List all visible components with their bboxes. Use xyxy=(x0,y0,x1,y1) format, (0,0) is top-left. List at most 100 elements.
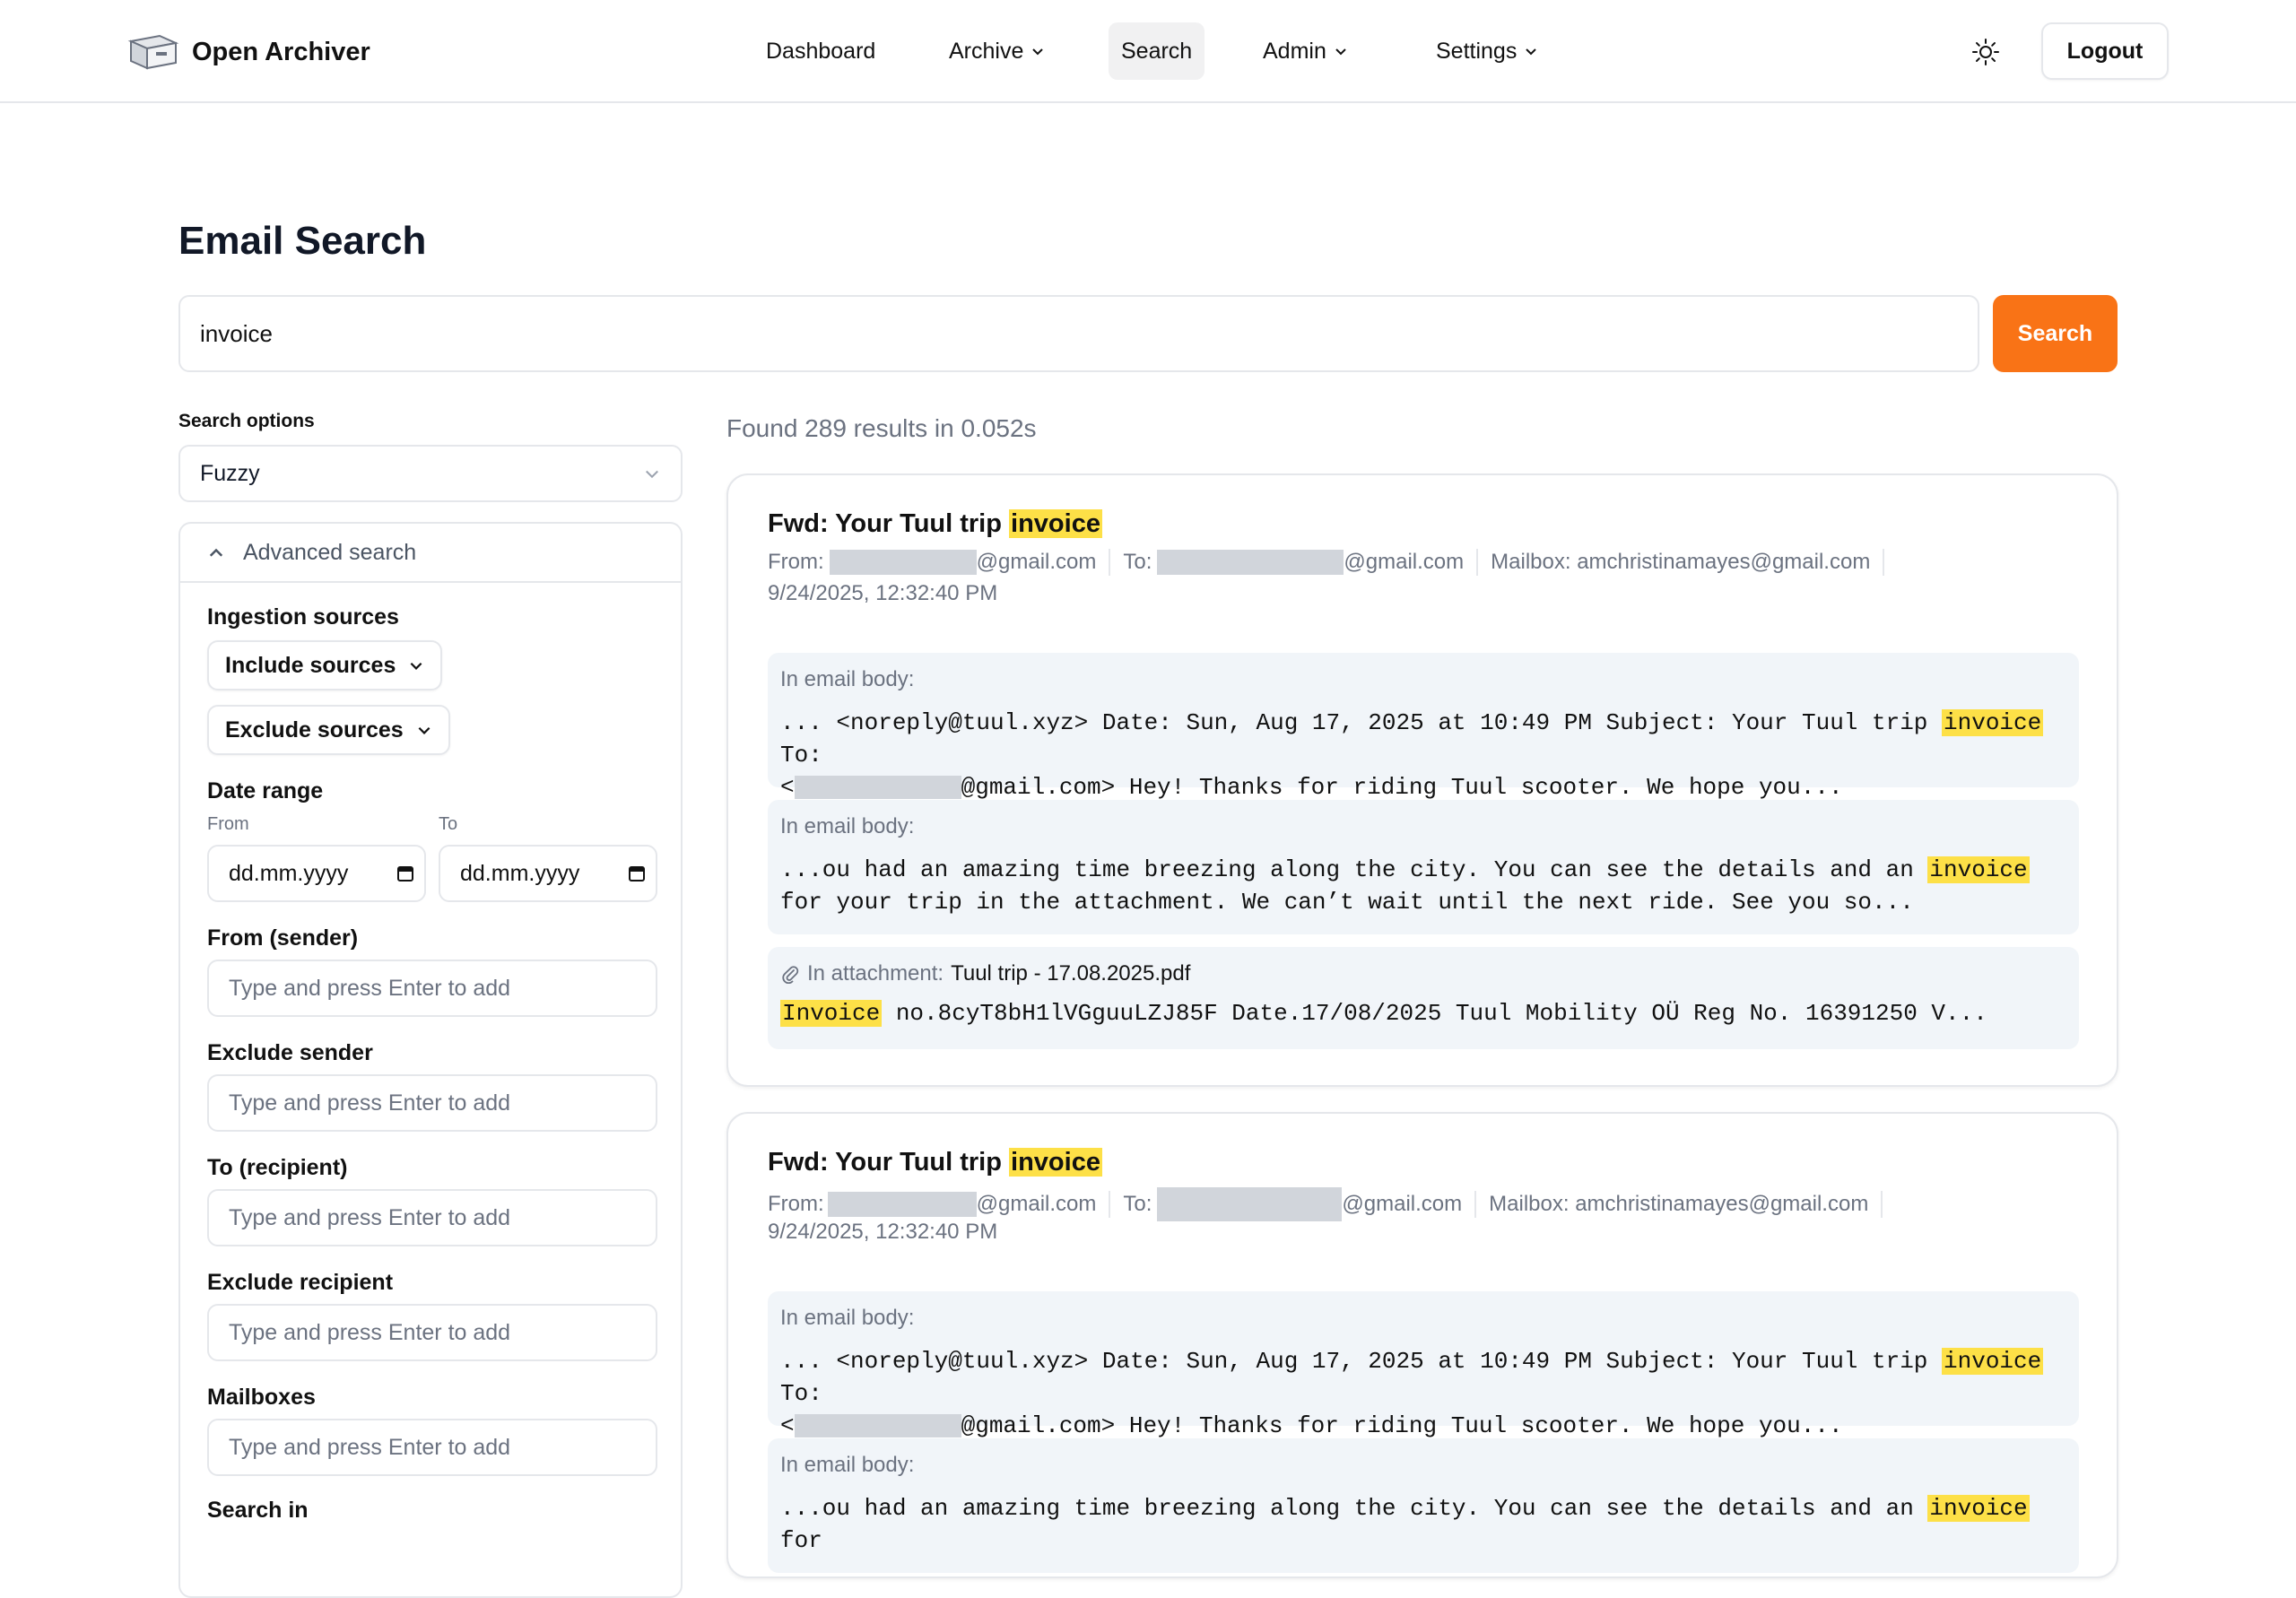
highlight: invoice xyxy=(1942,709,2044,736)
divider xyxy=(1881,1191,1883,1218)
redacted-block xyxy=(794,1414,961,1438)
result-subject[interactable]: Fwd: Your Tuul trip invoice xyxy=(768,509,1102,539)
search-input[interactable] xyxy=(178,295,1979,372)
snippet-text: ... <noreply@tuul.xyz> Date: Sun, Aug 17… xyxy=(780,1345,2066,1442)
exclude-sources-dropdown[interactable]: Exclude sources xyxy=(207,705,450,755)
redacted-block xyxy=(829,550,977,575)
result-meta: From: @gmail.com To: @gmail.com Mailbox:… xyxy=(768,549,1897,576)
sender-input[interactable]: Type and press Enter to add xyxy=(207,960,657,1017)
from-domain: @gmail.com xyxy=(976,1192,1097,1216)
nav-settings[interactable]: Settings xyxy=(1423,22,1551,80)
calendar-icon xyxy=(629,866,645,882)
redacted-block xyxy=(1157,1187,1343,1221)
search-mode-value: Fuzzy xyxy=(200,460,260,486)
highlight: Invoice xyxy=(780,1000,883,1027)
attachment-label: In attachment: xyxy=(807,961,944,986)
chevron-down-icon xyxy=(1335,48,1346,56)
snippet-text: ...ou had an amazing time breezing along… xyxy=(780,1492,2066,1557)
date-from-input[interactable]: dd.mm.yyyy xyxy=(207,845,426,902)
include-sources-dropdown[interactable]: Include sources xyxy=(207,640,443,690)
highlight: invoice xyxy=(1009,509,1102,538)
advanced-search-label: Advanced search xyxy=(243,539,417,565)
result-meta: From: @gmail.com To: @gmail.com Mailbox:… xyxy=(768,1187,1895,1221)
date-to-label: To xyxy=(439,814,458,834)
nav-dashboard-label: Dashboard xyxy=(766,38,876,64)
divider xyxy=(1883,549,1885,576)
search-in-label: Search in xyxy=(207,1498,309,1523)
to-label: To: xyxy=(1123,550,1152,574)
snippet-body: In email body: ... <noreply@tuul.xyz> Da… xyxy=(768,653,2079,801)
calendar-icon xyxy=(397,866,413,882)
exclude-sources-label: Exclude sources xyxy=(225,716,404,743)
snippet-body: In email body: ... <noreply@tuul.xyz> Da… xyxy=(768,1291,2079,1439)
result-card[interactable]: Fwd: Your Tuul trip invoice From: @gmail… xyxy=(726,1112,2118,1578)
divider xyxy=(1476,549,1479,576)
exclude-sender-input[interactable]: Type and press Enter to add xyxy=(207,1074,657,1132)
search-button[interactable]: Search xyxy=(1993,295,2118,372)
nav-search[interactable]: Search xyxy=(1109,22,1205,80)
highlight: invoice xyxy=(1009,1148,1102,1177)
paperclip-icon xyxy=(782,966,799,984)
snippet-label: In email body: xyxy=(780,1453,915,1477)
snippet-line2-post: @gmail.com> Hey! Thanks for riding Tuul … xyxy=(961,774,1843,801)
highlight: invoice xyxy=(1927,1495,2030,1522)
result-date: 9/24/2025, 12:32:40 PM xyxy=(768,581,998,605)
recipient-label: To (recipient) xyxy=(207,1155,348,1180)
logout-button[interactable]: Logout xyxy=(2041,22,2169,80)
to-domain: @gmail.com xyxy=(1342,1192,1463,1216)
nav-dashboard[interactable]: Dashboard xyxy=(753,22,888,80)
snippet-text: ... <noreply@tuul.xyz> Date: Sun, Aug 17… xyxy=(780,707,2066,803)
include-sources-label: Include sources xyxy=(225,652,396,678)
attachment-filename[interactable]: Tuul trip - 17.08.2025.pdf xyxy=(951,961,1190,986)
advanced-search-toggle[interactable]: Advanced search xyxy=(180,524,681,583)
recipient-input[interactable]: Type and press Enter to add xyxy=(207,1189,657,1246)
advanced-search-panel: Advanced search Ingestion sources Includ… xyxy=(178,522,683,1598)
sender-label: From (sender) xyxy=(207,925,359,951)
chevron-down-icon xyxy=(1526,48,1537,56)
nav-archive[interactable]: Archive xyxy=(936,22,1057,80)
top-nav-bar: Open Archiver Dashboard Archive Search A… xyxy=(0,0,2296,103)
search-mode-select[interactable]: Fuzzy xyxy=(178,445,683,502)
redacted-block xyxy=(827,1192,977,1217)
archive-box-logo-icon xyxy=(127,34,179,70)
snippet-label: In email body: xyxy=(780,814,915,838)
snippet-post: no.8cyT8bH1lVGguuLZJ85F Date.17/08/2025 … xyxy=(882,1000,1987,1027)
date-from-placeholder: dd.mm.yyyy xyxy=(229,860,349,886)
mailbox: Mailbox: amchristinamayes@gmail.com xyxy=(1489,1192,1869,1216)
to-domain: @gmail.com xyxy=(1344,550,1465,574)
snippet-text: ...ou had an amazing time breezing along… xyxy=(780,854,2066,918)
snippet-pre: ... <noreply@tuul.xyz> Date: Sun, Aug 17… xyxy=(780,709,1943,736)
divider xyxy=(1474,1191,1477,1218)
exclude-recipient-input[interactable]: Type and press Enter to add xyxy=(207,1304,657,1361)
exclude-sender-label: Exclude sender xyxy=(207,1040,373,1065)
snippet-label: In email body: xyxy=(780,667,915,691)
mailboxes-label: Mailboxes xyxy=(207,1385,316,1410)
chevron-down-icon xyxy=(418,726,430,734)
nav-admin[interactable]: Admin xyxy=(1250,22,1361,80)
date-from-label: From xyxy=(207,814,249,834)
snippet-label: In email body: xyxy=(780,1306,915,1330)
ingestion-sources-label: Ingestion sources xyxy=(207,604,399,630)
snippet-line2-pre: < xyxy=(780,1412,795,1439)
result-card[interactable]: Fwd: Your Tuul trip invoice From: @gmail… xyxy=(726,473,2118,1087)
snippet-text: Invoice no.8cyT8bH1lVGguuLZJ85F Date.17/… xyxy=(780,997,2066,1029)
date-to-placeholder: dd.mm.yyyy xyxy=(460,860,580,886)
sun-icon[interactable] xyxy=(1970,36,2002,68)
chevron-down-icon xyxy=(1032,48,1044,56)
brand[interactable]: Open Archiver xyxy=(127,30,370,74)
date-to-input[interactable]: dd.mm.yyyy xyxy=(439,845,657,902)
from-label: From: xyxy=(768,550,824,574)
result-subject-text: Fwd: Your Tuul trip xyxy=(768,1148,1002,1177)
result-subject[interactable]: Fwd: Your Tuul trip invoice xyxy=(768,1148,1102,1177)
chevron-up-icon xyxy=(209,548,223,557)
snippet-body: In email body: ...ou had an amazing time… xyxy=(768,1438,2079,1573)
exclude-recipient-label: Exclude recipient xyxy=(207,1270,394,1295)
search-options-label: Search options xyxy=(178,411,315,431)
mailboxes-input[interactable]: Type and press Enter to add xyxy=(207,1419,657,1476)
redacted-block xyxy=(1157,550,1344,575)
app-name: Open Archiver xyxy=(192,37,370,66)
highlight: invoice xyxy=(1927,856,2030,883)
mailbox: Mailbox: amchristinamayes@gmail.com xyxy=(1491,550,1871,574)
divider xyxy=(1109,549,1111,576)
chevron-down-icon xyxy=(646,470,658,479)
